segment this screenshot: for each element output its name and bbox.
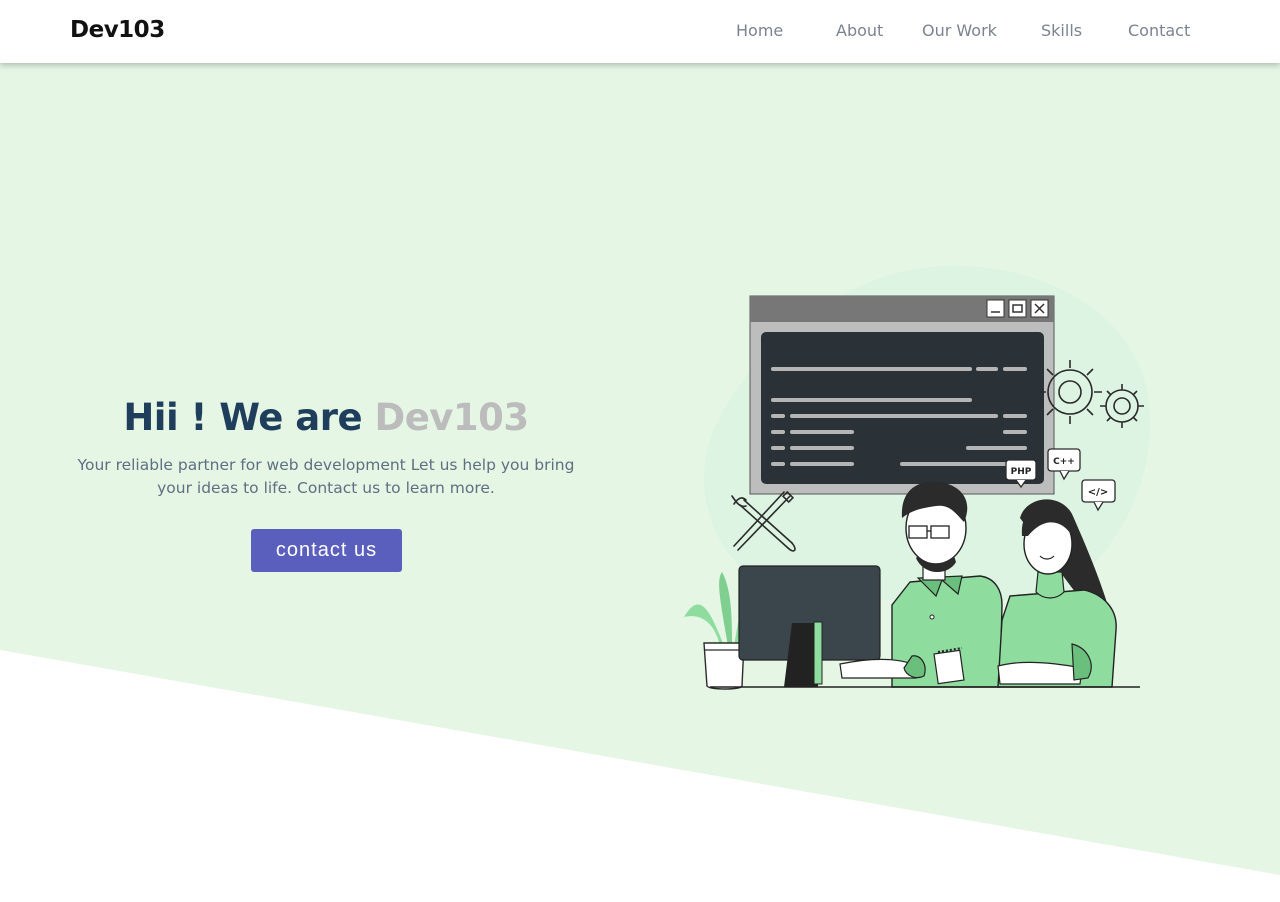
hero-subtitle-line2: your ideas to life. Contact us to learn … — [157, 479, 495, 497]
hero-subtitle-line1: Your reliable partner for web developmen… — [77, 456, 575, 474]
php-tag-text: PHP — [1011, 467, 1032, 477]
code-tag-text: </> — [1088, 487, 1108, 498]
nav-link-contact[interactable]: Contact — [1128, 21, 1190, 40]
brand-logo[interactable]: Dev103 — [70, 17, 165, 43]
notepad-icon — [933, 647, 965, 685]
hero-title-main: Hii ! We are — [123, 396, 363, 439]
nav-link-skills[interactable]: Skills — [1041, 21, 1082, 40]
nav-link-our-work[interactable]: Our Work — [922, 21, 997, 40]
hero-title-accent: Dev103 — [374, 396, 529, 439]
nav-link-about[interactable]: About — [836, 21, 883, 40]
cpp-tag-text: C++ — [1053, 457, 1075, 467]
developers-illustration: PHP C++ </> — [684, 265, 1150, 690]
contact-us-button[interactable]: contact us — [251, 529, 402, 572]
nav-link-home[interactable]: Home — [736, 21, 783, 40]
hero-title: Hii ! We are Dev103 — [0, 396, 652, 439]
hero-subtitle: Your reliable partner for web developmen… — [72, 454, 580, 500]
navbar: Dev103 Home About Our Work Skills Contac… — [0, 0, 1280, 63]
